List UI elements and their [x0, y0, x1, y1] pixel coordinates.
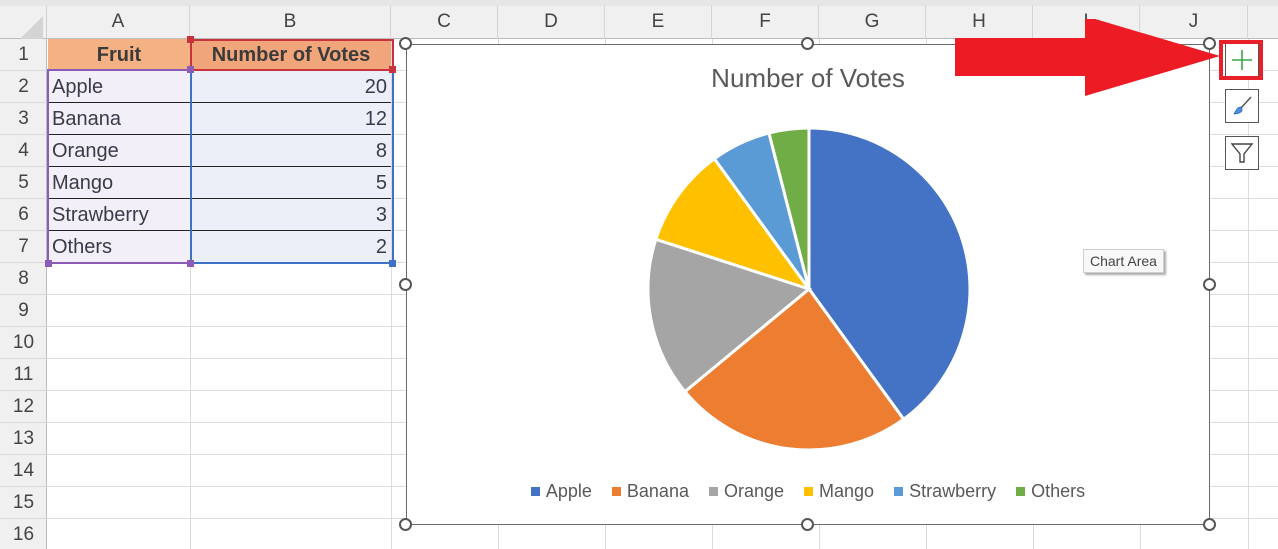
row-header-14[interactable]: 14 [0, 455, 47, 487]
resize-handle-left[interactable] [399, 278, 412, 291]
cell-A1-header-fruit[interactable]: Fruit [48, 39, 190, 71]
legend-swatch-icon [894, 487, 904, 496]
row-header-9[interactable]: 9 [0, 295, 47, 327]
highlight-box [1219, 40, 1263, 80]
range-handle[interactable] [45, 260, 52, 267]
select-all-triangle-icon [19, 16, 43, 40]
legend-label: Apple [545, 481, 592, 501]
column-header-E[interactable]: E [605, 6, 712, 39]
row-header-15[interactable]: 15 [0, 487, 47, 519]
legend-entry-strawberry[interactable]: Strawberry [894, 481, 996, 502]
chart-area[interactable]: Number of Votes Apple Banana Orange Mango St… [406, 44, 1210, 525]
paintbrush-icon [1233, 96, 1252, 115]
legend-label: Strawberry [909, 481, 997, 501]
row-header-12[interactable]: 12 [0, 391, 47, 423]
column-header-D[interactable]: D [498, 6, 605, 39]
range-handle[interactable] [187, 260, 194, 267]
legend-swatch-icon [611, 487, 621, 496]
row-header-10[interactable]: 10 [0, 327, 47, 359]
legend-swatch-icon [1016, 487, 1026, 496]
chart-area-tooltip: Chart Area [1083, 249, 1164, 273]
legend-label: Banana [626, 481, 689, 501]
legend-entry-orange[interactable]: Orange [708, 481, 785, 502]
legend-entry-mango[interactable]: Mango [804, 481, 874, 502]
chart-filters-button[interactable] [1225, 136, 1259, 170]
legend-label: Orange [723, 481, 785, 501]
row-header-16[interactable]: 16 [0, 519, 47, 549]
resize-handle-top[interactable] [801, 37, 814, 50]
row-header-3[interactable]: 3 [0, 103, 47, 135]
funnel-icon [1230, 143, 1254, 163]
range-handle[interactable] [187, 66, 194, 73]
column-header-C[interactable]: C [391, 6, 498, 39]
column-header-B[interactable]: B [190, 6, 391, 39]
red-arrow-annotation [955, 19, 1220, 96]
column-header-G[interactable]: G [819, 6, 926, 39]
resize-handle-right[interactable] [1203, 278, 1216, 291]
row-header-1[interactable]: 1 [0, 39, 47, 71]
column-header-A[interactable]: A [47, 6, 190, 39]
pie-plot-area[interactable] [407, 45, 1211, 526]
range-handle[interactable] [187, 36, 194, 43]
resize-handle-bottom-right[interactable] [1203, 518, 1216, 531]
row-header-2[interactable]: 2 [0, 71, 47, 103]
row-header-7[interactable]: 7 [0, 231, 47, 263]
chart-series-name-outline [190, 39, 394, 71]
row-header-4[interactable]: 4 [0, 135, 47, 167]
legend-swatch-icon [530, 487, 540, 496]
chart-styles-button[interactable] [1225, 89, 1259, 123]
row-header-8[interactable]: 8 [0, 263, 47, 295]
column-header-F[interactable]: F [712, 6, 819, 39]
chart-category-range-outline [47, 69, 192, 264]
range-handle[interactable] [389, 66, 396, 73]
chart-values-range-outline [190, 69, 394, 264]
row-header-13[interactable]: 13 [0, 423, 47, 455]
row-header-5[interactable]: 5 [0, 167, 47, 199]
range-handle[interactable] [389, 260, 396, 267]
legend-entry-banana[interactable]: Banana [611, 481, 689, 502]
legend-label: Others [1031, 481, 1086, 501]
row-header-11[interactable]: 11 [0, 359, 47, 391]
legend-swatch-icon [804, 487, 814, 496]
resize-handle-top-left[interactable] [399, 37, 412, 50]
select-all-corner[interactable] [0, 6, 47, 40]
legend-swatch-icon [708, 487, 718, 496]
row-header-6[interactable]: 6 [0, 199, 47, 231]
resize-handle-bottom-left[interactable] [399, 518, 412, 531]
legend-entry-apple[interactable]: Apple [530, 481, 592, 502]
legend-label: Mango [819, 481, 875, 501]
resize-handle-bottom[interactable] [801, 518, 814, 531]
chart-legend[interactable]: Apple Banana Orange Mango Strawberry Others [407, 481, 1209, 502]
legend-entry-others[interactable]: Others [1016, 481, 1085, 502]
